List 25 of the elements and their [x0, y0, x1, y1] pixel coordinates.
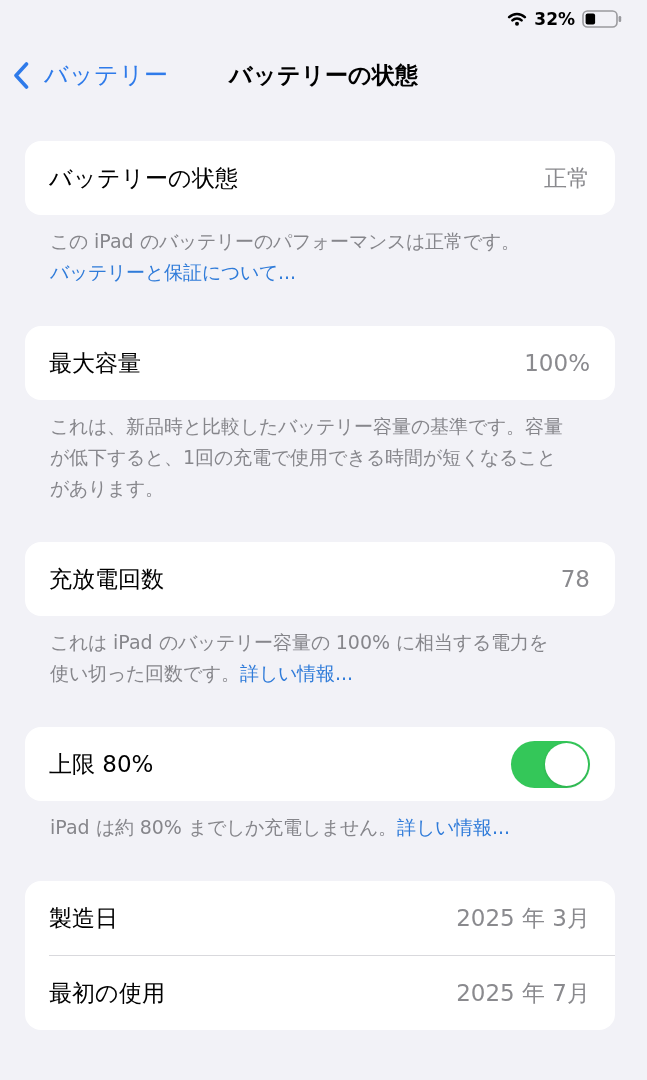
row-label: 最大容量: [49, 348, 141, 378]
battery-percent: 32%: [534, 8, 575, 29]
battery-icon: [582, 9, 622, 28]
row-label: 最初の使用: [49, 978, 165, 1008]
row-label: 充放電回数: [49, 564, 164, 594]
footer-note: これは、新品時と比較したバッテリー容量の基準です。容量が低下すると、1回の充電で使用できる時間が短くなることがあります。: [49, 414, 564, 501]
footer-note: この iPad のバッテリーのパフォーマンスは正常です。 バッテリーと保証について...: [49, 229, 521, 285]
row-value: 78: [560, 566, 590, 592]
row-value: 2025 年 3月: [456, 903, 590, 933]
toggle-switch[interactable]: [511, 740, 590, 788]
row-value: 100%: [524, 350, 590, 376]
chevron-left-icon: [13, 61, 29, 89]
learn-more-link[interactable]: バッテリーと保証について...: [50, 261, 297, 283]
footer-note: iPad は約 80% までしか充電しません。詳しい情報...: [49, 815, 512, 840]
wifi-icon: [507, 11, 528, 26]
learn-more-link[interactable]: 詳しい情報...: [240, 662, 354, 684]
row-value: 2025 年 7月: [456, 978, 590, 1008]
row-value: 正常: [544, 163, 590, 193]
row-label: 上限 80%: [49, 749, 154, 779]
learn-more-link[interactable]: 詳しい情報...: [396, 816, 511, 838]
back-button[interactable]: バッテリー: [13, 59, 168, 91]
footer-note: これは iPad のバッテリー容量の 100% に相当する電力を使い切った回数です。詳しい情報...: [49, 630, 550, 686]
page-title: バッテリーの状態: [229, 60, 418, 90]
row-label: バッテリーの状態: [49, 163, 238, 193]
row-label: 製造日: [49, 903, 118, 933]
